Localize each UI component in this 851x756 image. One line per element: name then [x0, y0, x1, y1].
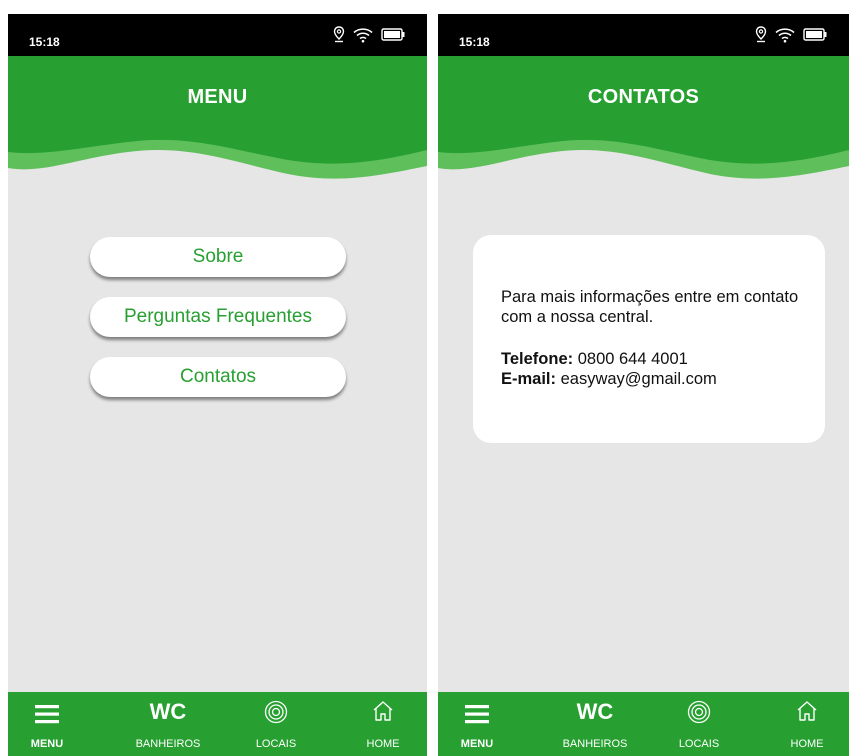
nav-item-locais[interactable]: LOCAIS	[248, 692, 304, 756]
hamburger-icon	[465, 705, 489, 724]
nav-label-banheiros: BANHEIROS	[562, 738, 628, 750]
page-title: CONTATOS	[587, 86, 700, 108]
nav-item-home[interactable]: HOME	[782, 692, 832, 756]
hamburger-icon	[35, 705, 59, 724]
nav-label-home: HOME	[790, 738, 824, 750]
target-icon	[264, 700, 288, 724]
contact-message: Para mais informações entre em contato c…	[501, 288, 799, 326]
location-icon	[333, 26, 345, 43]
target-icon	[687, 700, 711, 724]
nav-item-banheiros[interactable]: WC BANHEIROS	[128, 692, 208, 756]
wifi-icon	[775, 27, 795, 42]
email-value[interactable]: easyway@gmail.com	[561, 370, 717, 388]
nav-label-locais: LOCAIS	[678, 738, 720, 750]
contatos-screen: 15:18 CONTATOS Para mais informações ent…	[438, 14, 849, 756]
email-row: E-mail: easyway@gmail.com	[501, 369, 801, 389]
status-time: 15:18	[459, 35, 490, 49]
status-bar: 15:18	[8, 14, 427, 56]
nav-label-home: HOME	[366, 738, 400, 750]
battery-icon	[381, 28, 405, 41]
wc-icon: WC	[149, 699, 187, 724]
bottom-nav: MENU WC BANHEIROS LOCAIS HOME	[8, 692, 427, 756]
contact-details: Telefone: 0800 644 4001 E-mail: easyway@…	[501, 349, 801, 389]
contatos-button[interactable]: Contatos	[90, 357, 346, 397]
nav-item-menu[interactable]: MENU	[452, 692, 502, 756]
contact-card: Para mais informações entre em contato c…	[473, 235, 825, 443]
nav-label-locais: LOCAIS	[255, 738, 297, 750]
nav-item-menu[interactable]: MENU	[22, 692, 72, 756]
phone-row: Telefone: 0800 644 4001	[501, 349, 801, 369]
header: MENU	[8, 56, 427, 191]
header-wave	[8, 56, 427, 179]
nav-item-home[interactable]: HOME	[358, 692, 408, 756]
sobre-button[interactable]: Sobre	[90, 237, 346, 277]
battery-icon	[803, 28, 827, 41]
nav-label-menu: MENU	[460, 738, 494, 750]
nav-label-menu: MENU	[30, 738, 64, 750]
nav-item-banheiros[interactable]: WC BANHEIROS	[555, 692, 635, 756]
bottom-nav: MENU WC BANHEIROS LOCAIS HOME	[438, 692, 849, 756]
status-icons	[333, 26, 405, 43]
nav-item-locais[interactable]: LOCAIS	[671, 692, 727, 756]
wifi-icon	[353, 27, 373, 42]
wc-icon: WC	[576, 699, 614, 724]
status-bar: 15:18	[438, 14, 849, 56]
header: CONTATOS	[438, 56, 849, 191]
status-icons	[755, 26, 827, 43]
status-time: 15:18	[29, 35, 60, 49]
page-title: MENU	[187, 86, 248, 108]
home-icon	[797, 701, 817, 721]
nav-label-banheiros: BANHEIROS	[135, 738, 201, 750]
phone-value[interactable]: 0800 644 4001	[578, 350, 688, 368]
email-label: E-mail:	[501, 370, 557, 388]
menu-screen: 15:18 MENU Sobre Perguntas Frequentes Co…	[8, 14, 427, 756]
home-icon	[373, 701, 393, 721]
header-wave	[438, 56, 849, 179]
location-icon	[755, 26, 767, 43]
phone-label: Telefone:	[501, 350, 574, 368]
perguntas-frequentes-button[interactable]: Perguntas Frequentes	[90, 297, 346, 337]
